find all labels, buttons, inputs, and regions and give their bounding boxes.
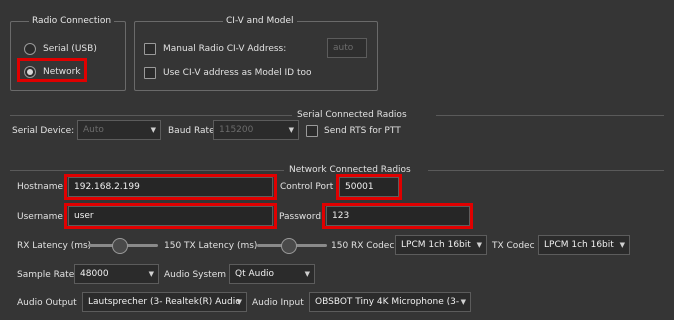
tx-latency-slider[interactable] bbox=[257, 237, 327, 255]
radio-connection-legend: Radio Connection bbox=[29, 15, 115, 27]
rx-latency-value: 150 bbox=[164, 241, 182, 251]
chevron-down-icon: ▼ bbox=[460, 298, 466, 306]
hostname-input[interactable]: 192.168.2.199 bbox=[68, 177, 273, 197]
chevron-down-icon: ▼ bbox=[236, 298, 242, 306]
use-civ-model-checkbox[interactable] bbox=[144, 67, 156, 79]
network-radios-legend: Network Connected Radios bbox=[289, 165, 411, 175]
baud-rate-label: Baud Rate bbox=[168, 126, 215, 136]
chevron-down-icon: ▼ bbox=[150, 126, 156, 134]
audio-output-select[interactable]: Lautsprecher (3- Realtek(R) Audio ▼ bbox=[82, 292, 247, 312]
civ-model-legend: CI-V and Model bbox=[223, 15, 297, 27]
rx-codec-select[interactable]: LPCM 1ch 16bit ▼ bbox=[395, 235, 487, 255]
sample-rate-label: Sample Rate bbox=[17, 270, 75, 280]
send-rts-label[interactable]: Send RTS for PTT bbox=[324, 125, 401, 137]
chevron-down-icon: ▼ bbox=[288, 126, 294, 134]
use-civ-model-label[interactable]: Use CI-V address as Model ID too bbox=[163, 67, 312, 79]
chevron-down-icon: ▼ bbox=[476, 241, 482, 249]
rx-codec-value: LPCM 1ch 16bit bbox=[401, 240, 471, 250]
password-label: Password bbox=[279, 212, 322, 222]
audio-system-value: Qt Audio bbox=[235, 269, 275, 279]
serial-separator-right bbox=[436, 115, 664, 116]
chevron-down-icon: ▼ bbox=[304, 270, 310, 278]
chevron-down-icon: ▼ bbox=[148, 270, 154, 278]
audio-input-select[interactable]: OBSBOT Tiny 4K Microphone (3- ▼ bbox=[309, 292, 471, 312]
send-rts-checkbox[interactable] bbox=[306, 125, 318, 137]
rx-latency-slider[interactable] bbox=[88, 237, 158, 255]
password-input[interactable]: 123 bbox=[326, 206, 470, 226]
username-input[interactable]: user bbox=[68, 206, 273, 226]
audio-input-label: Audio Input bbox=[252, 298, 304, 308]
tx-latency-handle[interactable] bbox=[281, 238, 297, 254]
baud-rate-value: 115200 bbox=[219, 125, 254, 135]
tx-codec-value: LPCM 1ch 16bit bbox=[544, 240, 614, 250]
tx-codec-label: TX Codec bbox=[492, 241, 535, 251]
hostname-label: Hostname bbox=[17, 182, 64, 192]
rx-codec-label: RX Codec bbox=[351, 241, 395, 251]
sample-rate-value: 48000 bbox=[80, 269, 109, 279]
chevron-down-icon: ▼ bbox=[619, 241, 625, 249]
rx-latency-label: RX Latency (ms) bbox=[17, 241, 92, 251]
radio-connection-group: Radio Connection bbox=[10, 15, 126, 91]
baud-rate-select[interactable]: 115200 ▼ bbox=[213, 120, 299, 140]
manual-civ-label[interactable]: Manual Radio CI-V Address: bbox=[163, 43, 286, 55]
audio-system-select[interactable]: Qt Audio ▼ bbox=[229, 264, 315, 284]
network-radio[interactable] bbox=[24, 66, 36, 78]
network-separator-right bbox=[428, 170, 664, 171]
serial-device-select[interactable]: Auto ▼ bbox=[77, 120, 161, 140]
serial-separator-left bbox=[10, 115, 292, 116]
tx-latency-value: 150 bbox=[331, 241, 349, 251]
control-port-label: Control Port bbox=[280, 182, 334, 192]
sample-rate-select[interactable]: 48000 ▼ bbox=[74, 264, 159, 284]
serial-usb-radio[interactable] bbox=[24, 43, 36, 55]
serial-device-label: Serial Device: bbox=[12, 126, 75, 136]
network-separator-left bbox=[10, 170, 284, 171]
username-label: Username bbox=[17, 212, 63, 222]
serial-device-value: Auto bbox=[83, 125, 104, 135]
audio-system-label: Audio System bbox=[164, 270, 227, 280]
serial-usb-label[interactable]: Serial (USB) bbox=[43, 43, 97, 55]
audio-input-value: OBSBOT Tiny 4K Microphone (3- bbox=[315, 297, 460, 307]
tx-latency-label: TX Latency (ms) bbox=[184, 241, 258, 251]
tx-codec-select[interactable]: LPCM 1ch 16bit ▼ bbox=[538, 235, 630, 255]
serial-radios-legend: Serial Connected Radios bbox=[297, 110, 407, 120]
control-port-input[interactable]: 50001 bbox=[339, 177, 399, 197]
audio-output-value: Lautsprecher (3- Realtek(R) Audio bbox=[88, 297, 241, 307]
audio-output-label: Audio Output bbox=[17, 298, 77, 308]
rx-latency-handle[interactable] bbox=[112, 238, 128, 254]
manual-civ-input[interactable]: auto bbox=[327, 38, 367, 58]
network-label[interactable]: Network bbox=[43, 66, 81, 78]
manual-civ-checkbox[interactable] bbox=[144, 43, 156, 55]
